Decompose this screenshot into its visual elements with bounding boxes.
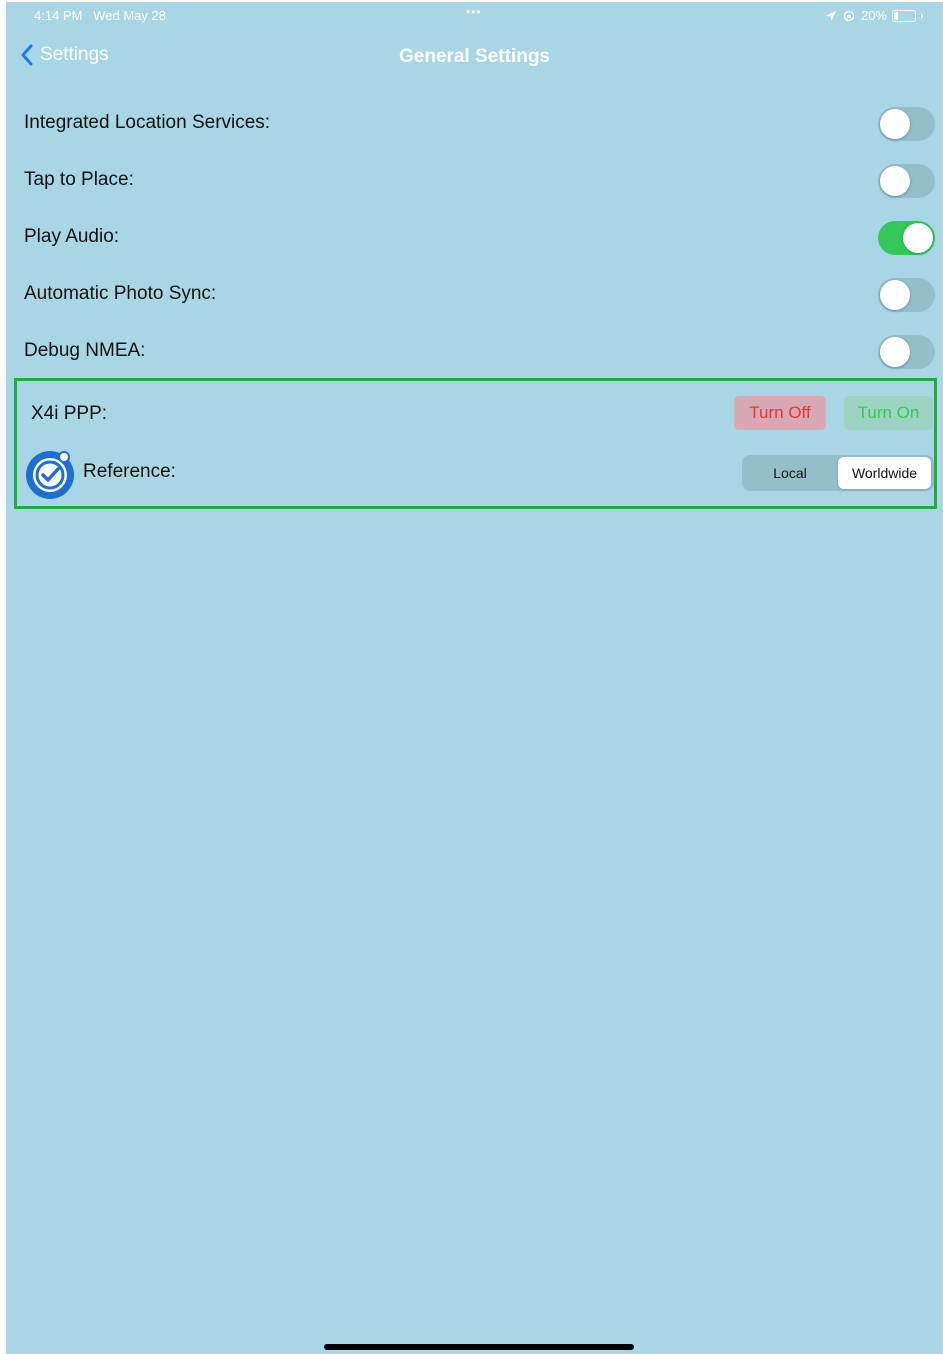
automatic-photo-sync-toggle[interactable]: [878, 278, 935, 312]
reference-segmented-control: Local Worldwide: [742, 455, 934, 491]
battery-fill: [894, 11, 898, 20]
play-audio-toggle[interactable]: [878, 221, 935, 255]
toggle-knob: [880, 166, 910, 196]
status-date-text: Wed May 28: [93, 8, 167, 23]
segment-local[interactable]: Local: [744, 457, 836, 489]
integrated-location-toggle[interactable]: [878, 107, 935, 141]
status-bar: 4:14 PM Wed May 28 ••• 20%: [6, 2, 943, 30]
battery-tip: [921, 13, 923, 18]
page-title: General Settings: [399, 46, 550, 67]
toggle-knob: [880, 280, 910, 310]
reference-label: Reference:: [83, 461, 176, 482]
setting-row-play-audio: Play Audio:: [6, 210, 943, 267]
battery-icon: [892, 9, 916, 22]
home-indicator[interactable]: [324, 1344, 634, 1350]
toggle-knob: [880, 109, 910, 139]
location-arrow-icon: [825, 10, 836, 21]
status-right: 20%: [825, 8, 923, 23]
segment-worldwide[interactable]: Worldwide: [838, 457, 931, 489]
setting-label: Tap to Place:: [24, 169, 134, 190]
turn-on-button[interactable]: Turn On: [844, 396, 933, 430]
navigation-bar: Settings General Settings: [6, 38, 943, 78]
setting-label: Integrated Location Services:: [24, 112, 271, 133]
rotation-lock-icon: [843, 10, 855, 21]
setting-label: Automatic Photo Sync:: [24, 283, 217, 304]
toggle-knob: [903, 223, 933, 253]
toggle-knob: [880, 337, 910, 367]
battery-percent: 20%: [860, 8, 887, 23]
tap-to-place-toggle[interactable]: [878, 164, 935, 198]
setting-label: Play Audio:: [24, 226, 120, 247]
setting-row-automatic-photo-sync: Automatic Photo Sync:: [6, 267, 943, 324]
status-time: 4:14 PM Wed May 28: [34, 8, 166, 23]
checkmark-badge-icon: [26, 451, 74, 499]
ppp-label: X4i PPP:: [31, 403, 108, 424]
ppp-highlight-box: X4i PPP: Turn Off Turn On Reference: Loc…: [14, 378, 937, 509]
debug-nmea-toggle[interactable]: [878, 335, 935, 369]
multitasking-dots[interactable]: •••: [466, 5, 482, 19]
setting-row-integrated-location: Integrated Location Services:: [6, 96, 943, 153]
status-time-text: 4:14 PM: [34, 8, 83, 23]
turn-off-button[interactable]: Turn Off: [734, 396, 826, 430]
setting-label: Debug NMEA:: [24, 340, 146, 361]
setting-row-debug-nmea: Debug NMEA:: [6, 324, 943, 381]
setting-row-tap-to-place: Tap to Place:: [6, 153, 943, 210]
screen: 4:14 PM Wed May 28 ••• 20% Settings Gene…: [6, 2, 943, 1354]
